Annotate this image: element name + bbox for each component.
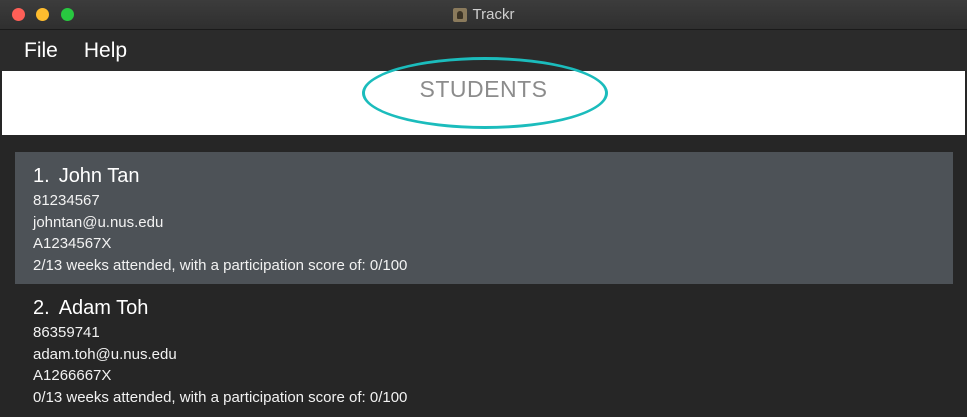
window-title-group: Trackr	[0, 0, 967, 29]
student-index: 1.	[33, 165, 50, 187]
student-email: adam.toh@u.nus.edu	[33, 345, 177, 363]
title-bar[interactable]: Trackr	[0, 0, 967, 30]
student-attendance: 0/13 weeks attended, with a participatio…	[33, 388, 408, 406]
student-list[interactable]: 1. John Tan 81234567 johntan@u.nus.edu A1…	[15, 152, 953, 416]
student-card[interactable]: 1. John Tan 81234567 johntan@u.nus.edu A1…	[15, 152, 953, 284]
menu-bar: File Help	[0, 30, 967, 71]
student-name-line: 2. Adam Toh	[33, 297, 935, 320]
student-phone: 81234567	[33, 192, 100, 209]
student-email: johntan@u.nus.edu	[33, 213, 164, 231]
menu-help[interactable]: Help	[84, 39, 127, 63]
list-header: STUDENTS	[2, 57, 965, 135]
student-phone: 86359741	[33, 324, 100, 341]
student-attendance: 2/13 weeks attended, with a participatio…	[33, 256, 408, 274]
student-index: 2.	[33, 297, 50, 319]
app-icon	[452, 7, 467, 22]
student-name: John Tan	[58, 165, 140, 187]
student-id: A1234567X	[33, 235, 112, 252]
menu-file[interactable]: File	[24, 39, 58, 63]
student-id: A1266667X	[33, 367, 112, 384]
student-name-line: 1. John Tan	[33, 165, 935, 188]
student-card[interactable]: 2. Adam Toh 86359741 adam.toh@u.nus.edu A…	[15, 284, 953, 416]
page-title: STUDENTS	[419, 76, 548, 102]
student-name: Adam Toh	[58, 297, 149, 319]
app-window: Trackr File Help STUDENTS 1. John Tan 812…	[0, 0, 967, 417]
window-title: Trackr	[472, 6, 515, 23]
